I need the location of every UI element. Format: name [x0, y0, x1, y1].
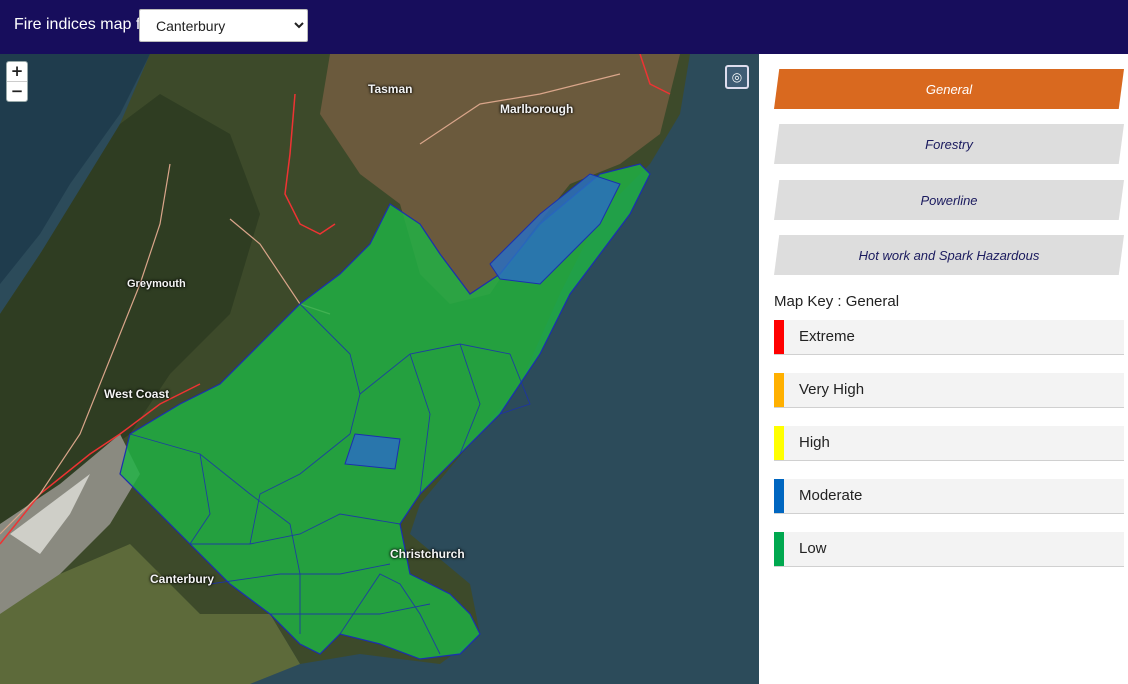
zoom-out-button[interactable]: − — [7, 81, 27, 101]
low-swatch — [774, 532, 784, 566]
zoom-control: + − — [6, 61, 28, 102]
map-key-label: High — [799, 434, 830, 451]
zoom-in-button[interactable]: + — [7, 62, 27, 81]
map-key-item: Low — [774, 532, 1124, 567]
tab-general[interactable]: General — [774, 69, 1124, 109]
crosshair-icon[interactable]: ◎ — [725, 65, 749, 89]
map-key-label: Low — [799, 540, 827, 557]
moderate-swatch — [774, 479, 784, 513]
map-key-item: Very High — [774, 373, 1124, 408]
map-key-item: Moderate — [774, 479, 1124, 514]
page-title: Fire indices map for — [14, 16, 155, 33]
map-label-christchurch: Christchurch — [390, 547, 465, 561]
very-high-swatch — [774, 373, 784, 407]
high-swatch — [774, 426, 784, 460]
extreme-swatch — [774, 320, 784, 354]
tab-powerline[interactable]: Powerline — [774, 180, 1124, 220]
tab-forestry[interactable]: Forestry — [774, 124, 1124, 164]
map-label-tasman: Tasman — [368, 82, 413, 96]
map-key-item: Extreme — [774, 320, 1124, 355]
map-key-label: Moderate — [799, 487, 863, 504]
map-label-marlborough: Marlborough — [500, 102, 574, 116]
top-bar: Fire indices map for Canterbury — [0, 0, 1128, 54]
map-key-label: Extreme — [799, 328, 855, 345]
side-panel: General Forestry Powerline Hot work and … — [759, 54, 1128, 684]
tab-hot-work[interactable]: Hot work and Spark Hazardous — [774, 235, 1124, 275]
map-label-greymouth: Greymouth — [127, 278, 186, 290]
map-label-west-coast: West Coast — [104, 387, 170, 401]
map-label-canterbury: Canterbury — [150, 572, 215, 586]
map-key-item: High — [774, 426, 1124, 461]
satellite-basemap — [0, 54, 759, 684]
region-select[interactable]: Canterbury — [139, 9, 308, 42]
fire-indices-map[interactable]: + − ◎ Tasman Marlborough Greymouth West … — [0, 54, 759, 684]
map-key-label: Very High — [799, 381, 865, 398]
map-key-title: Map Key : General — [774, 293, 900, 310]
